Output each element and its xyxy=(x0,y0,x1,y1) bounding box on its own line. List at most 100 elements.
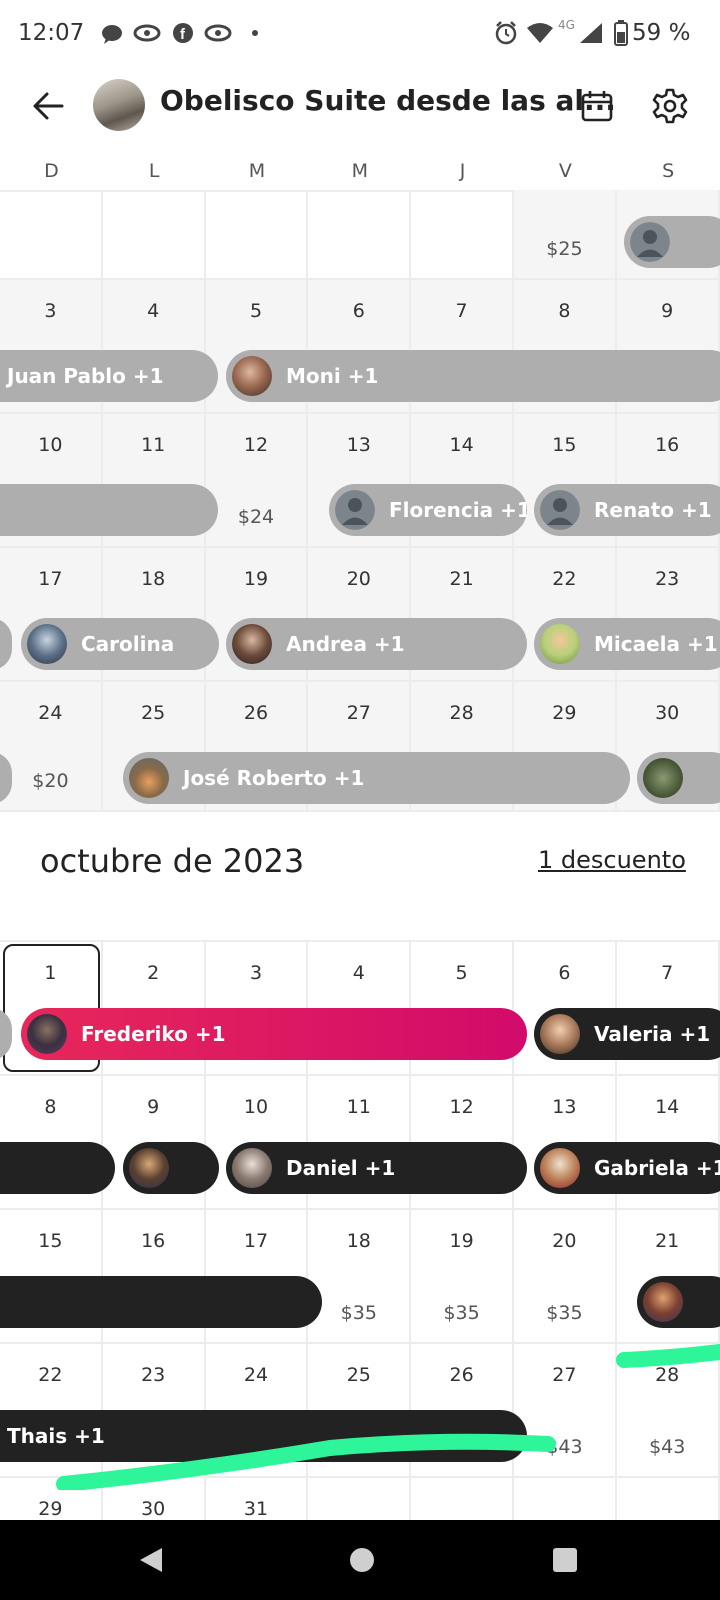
discount-link[interactable]: 1 descuento xyxy=(538,846,686,874)
day-number: 18 xyxy=(141,568,166,590)
guest-avatar xyxy=(643,1282,683,1322)
guest-avatar xyxy=(129,1148,169,1188)
day-number: 6 xyxy=(558,962,571,984)
weekday-label: V xyxy=(558,160,572,182)
booking-pill-moni[interactable]: Moni +1 xyxy=(226,350,720,402)
day-number: 9 xyxy=(147,1096,160,1118)
day-number: 6 xyxy=(352,300,365,322)
booking-guest-name: Andrea +1 xyxy=(286,632,405,656)
booking-pill[interactable] xyxy=(637,752,720,804)
day-number: 5 xyxy=(455,962,468,984)
weekday-label: S xyxy=(662,160,675,182)
day-number: 29 xyxy=(38,1498,63,1520)
guest-avatar xyxy=(27,624,67,664)
booking-pill-micaela[interactable]: Micaela +1 xyxy=(534,618,720,670)
booking-pill[interactable] xyxy=(637,1276,720,1328)
booking-pill-frederiko[interactable]: Frederiko +1 xyxy=(21,1008,527,1060)
day-number: 29 xyxy=(552,702,577,724)
booking-pill-renato[interactable]: Renato +1 xyxy=(534,484,720,536)
booking-guest-name: Carolina xyxy=(81,632,175,656)
nav-home-icon[interactable] xyxy=(348,1546,376,1574)
guest-avatar xyxy=(27,1014,67,1054)
booking-guest-name: Juan Pablo +1 xyxy=(7,364,164,388)
guest-avatar xyxy=(232,1148,272,1188)
booking-pill-carolina[interactable]: Carolina xyxy=(21,618,219,670)
month-title: octubre de 2023 xyxy=(40,842,305,880)
guest-placeholder-avatar-icon xyxy=(335,490,375,530)
day-number: 27 xyxy=(346,702,371,724)
booking-pill[interactable] xyxy=(0,484,218,536)
booking-pill-daniel[interactable]: Daniel +1 xyxy=(226,1142,527,1194)
day-number: 19 xyxy=(449,1230,474,1252)
day-number: 15 xyxy=(38,1230,63,1252)
back-arrow-icon[interactable] xyxy=(30,88,66,124)
day-number: 17 xyxy=(38,568,63,590)
booking-pill[interactable] xyxy=(0,1142,115,1194)
weekday-label: D xyxy=(44,160,59,182)
nightly-price: $35 xyxy=(340,1302,377,1324)
calendar-empty-cell xyxy=(308,190,412,280)
booking-guest-name: José Roberto +1 xyxy=(183,766,365,790)
guest-avatar xyxy=(540,1014,580,1054)
day-number: 19 xyxy=(243,568,269,590)
booking-pill-juan-pablo[interactable]: Juan Pablo +1 xyxy=(0,350,218,402)
nightly-price: $35 xyxy=(443,1302,480,1324)
booking-pill[interactable] xyxy=(0,1276,322,1328)
day-number: 24 xyxy=(38,702,63,724)
day-number: 26 xyxy=(243,702,269,724)
day-number: 13 xyxy=(346,434,371,456)
system-navigation-bar xyxy=(0,1520,720,1600)
nav-back-icon[interactable] xyxy=(138,1546,164,1574)
day-number: 16 xyxy=(141,1230,166,1252)
booking-pill-jose-roberto[interactable]: José Roberto +1 xyxy=(123,752,630,804)
calendar-day-cell[interactable]: 24 $20 xyxy=(0,682,103,812)
day-number: 7 xyxy=(455,300,468,322)
calendar-icon[interactable] xyxy=(580,89,614,123)
weekday-label: M xyxy=(248,160,266,182)
nav-recents-icon[interactable] xyxy=(552,1547,578,1573)
day-number: 10 xyxy=(38,434,63,456)
day-number: 14 xyxy=(449,434,474,456)
guest-avatar xyxy=(643,758,683,798)
booking-pill[interactable] xyxy=(624,216,720,268)
day-number: 21 xyxy=(449,568,474,590)
settings-gear-icon[interactable] xyxy=(652,88,688,124)
status-bar: 12:07 f 4G 59 % xyxy=(0,0,720,66)
booking-pill-andrea[interactable]: Andrea +1 xyxy=(226,618,527,670)
day-number: 7 xyxy=(661,962,674,984)
day-number: 9 xyxy=(661,300,674,322)
weekday-label: L xyxy=(148,160,160,182)
day-number: 11 xyxy=(141,434,166,456)
booking-pill-valeria[interactable]: Valeria +1 xyxy=(534,1008,720,1060)
day-number: 12 xyxy=(449,1096,474,1118)
day-number: 10 xyxy=(243,1096,269,1118)
calendar-day-cell[interactable]: 12 $24 xyxy=(205,414,309,548)
wifi-icon xyxy=(527,23,553,43)
booking-guest-name: Daniel +1 xyxy=(286,1156,396,1180)
calendar-empty-cell xyxy=(205,190,309,280)
day-number: 15 xyxy=(552,434,577,456)
booking-pill-florencia[interactable]: Florencia +1 xyxy=(329,484,527,536)
guest-avatar xyxy=(129,758,169,798)
booking-pill[interactable] xyxy=(123,1142,219,1194)
day-number: 18 xyxy=(346,1230,371,1252)
battery-level: 59 % xyxy=(632,20,691,46)
listing-title[interactable]: Obelisco Suite desde las al... xyxy=(160,84,616,117)
calendar-day-cell[interactable]: 18 $35 xyxy=(308,1210,412,1344)
day-number: 16 xyxy=(655,434,680,456)
day-number: 3 xyxy=(44,300,57,322)
nightly-price: $35 xyxy=(546,1302,583,1324)
day-number: 30 xyxy=(141,1498,166,1520)
highlighter-annotation xyxy=(56,1344,720,1490)
day-number: 30 xyxy=(655,702,680,724)
booking-guest-name: Moni +1 xyxy=(286,364,379,388)
nightly-price: $20 xyxy=(32,770,69,792)
booking-pill-gabriela[interactable]: Gabriela +1 xyxy=(534,1142,720,1194)
booking-guest-name: Renato +1 xyxy=(594,498,712,522)
calendar-day-cell[interactable]: 20 $35 xyxy=(514,1210,617,1344)
booking-guest-name: Gabriela +1 xyxy=(594,1156,720,1180)
day-number: 11 xyxy=(346,1096,371,1118)
calendar-day-cell[interactable]: 19 $35 xyxy=(411,1210,514,1344)
day-number: 14 xyxy=(655,1096,680,1118)
booking-guest-name: Micaela +1 xyxy=(594,632,718,656)
